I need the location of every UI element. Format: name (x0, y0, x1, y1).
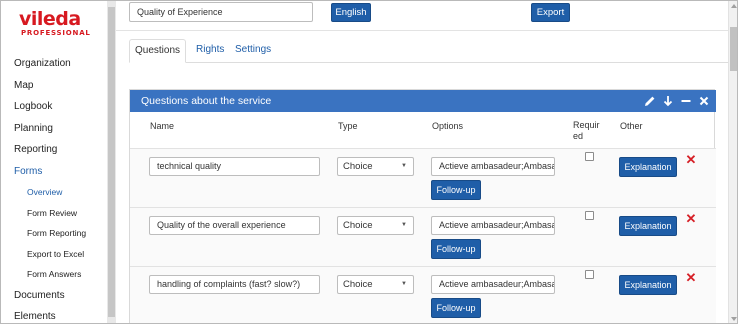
logo-subtitle: PROFESSIONAL (21, 29, 91, 37)
question-type-select[interactable]: Choice ▼ (337, 157, 414, 176)
question-row: handling of complaints (fast? slow?) Cho… (130, 267, 716, 323)
required-checkbox[interactable] (585, 152, 594, 161)
sidebar-item-elements[interactable]: Elements (1, 306, 107, 323)
required-checkbox[interactable] (585, 270, 594, 279)
tab-questions[interactable]: Questions (129, 39, 186, 63)
form-tabs: Questions Rights Settings (129, 39, 728, 63)
sidebar-nav: Organization Map Logbook Planning Report… (1, 53, 107, 323)
sidebar-item-logbook[interactable]: Logbook (1, 96, 107, 118)
delete-icon[interactable]: ✕ (685, 212, 697, 225)
page-scrollbar-thumb[interactable] (730, 27, 737, 71)
scroll-down-arrow-icon[interactable] (731, 317, 737, 321)
form-name-input[interactable] (129, 2, 313, 22)
panel-actions (644, 90, 710, 112)
main-content: English Export Questions Rights Settings… (116, 1, 728, 323)
required-checkbox[interactable] (585, 211, 594, 220)
tab-rights[interactable]: Rights (196, 39, 224, 63)
question-row: Quality of the overall experience Choice… (130, 208, 716, 266)
column-header-name: Name (150, 121, 175, 131)
sidebar-item-planning[interactable]: Planning (1, 118, 107, 140)
sidebar-subitem-form-reporting[interactable]: Form Reporting (1, 223, 107, 244)
question-name-input[interactable]: handling of complaints (fast? slow?) (149, 275, 320, 294)
question-type-select[interactable]: Choice ▼ (337, 275, 414, 294)
sidebar-subitem-export-to-excel[interactable]: Export to Excel (1, 244, 107, 265)
column-header-options: Options (432, 121, 464, 131)
sidebar-item-documents[interactable]: Documents (1, 285, 107, 307)
sidebar-subitem-form-review[interactable]: Form Review (1, 203, 107, 224)
column-header-type: Type (338, 121, 358, 131)
column-header-other: Other (620, 121, 643, 131)
sidebar-item-forms[interactable]: Forms (1, 161, 107, 183)
page-scrollbar[interactable] (728, 1, 737, 323)
question-row: technical quality Choice ▼ Actieve ambas… (130, 149, 716, 207)
toolbar-divider (116, 30, 728, 31)
tab-settings[interactable]: Settings (235, 39, 271, 63)
vileda-logo[interactable]: vileda PROFESSIONAL (19, 9, 91, 43)
app-window: vileda PROFESSIONAL Organization Map Log… (0, 0, 738, 324)
question-type-value: Choice (343, 220, 373, 231)
question-name-input[interactable]: technical quality (149, 157, 320, 176)
delete-icon[interactable]: ✕ (685, 153, 697, 166)
chevron-down-icon: ▼ (401, 163, 407, 169)
delete-icon[interactable]: ✕ (685, 271, 697, 284)
scroll-up-arrow-icon[interactable] (731, 4, 737, 8)
question-type-value: Choice (343, 279, 373, 290)
sidebar-item-map[interactable]: Map (1, 75, 107, 97)
question-type-select[interactable]: Choice ▼ (337, 216, 414, 235)
sidebar-subitem-form-answers[interactable]: Form Answers (1, 264, 107, 285)
logo-brand: vileda (19, 8, 81, 30)
sidebar-scrollbar-thumb[interactable] (108, 7, 115, 317)
explanation-button[interactable]: Explanation (619, 216, 677, 236)
sidebar: vileda PROFESSIONAL Organization Map Log… (1, 1, 107, 323)
close-icon[interactable] (698, 95, 710, 107)
panel-title: Questions about the service (141, 95, 272, 107)
arrow-down-icon[interactable] (662, 95, 674, 107)
form-toolbar: English Export (116, 1, 728, 29)
sidebar-item-organization[interactable]: Organization (1, 53, 107, 75)
questions-panel: Questions about the service Name Type Op… (129, 89, 716, 323)
sidebar-subitem-overview[interactable]: Overview (1, 182, 107, 203)
question-name-input[interactable]: Quality of the overall experience (149, 216, 320, 235)
follow-up-button[interactable]: Follow-up (431, 180, 481, 200)
sidebar-scrollbar[interactable] (107, 1, 116, 323)
follow-up-button[interactable]: Follow-up (431, 298, 481, 318)
question-options-input[interactable]: Actieve ambasadeur;Ambasadeur (431, 216, 555, 235)
language-button[interactable]: English (331, 3, 371, 22)
question-options-input[interactable]: Actieve ambasadeur;Ambasadeur (431, 275, 555, 294)
explanation-button[interactable]: Explanation (619, 157, 677, 177)
export-button[interactable]: Export (531, 3, 570, 22)
panel-header: Questions about the service (130, 90, 716, 112)
explanation-button[interactable]: Explanation (619, 275, 677, 295)
column-header-required: Requir ed (573, 120, 600, 141)
question-type-value: Choice (343, 161, 373, 172)
follow-up-button[interactable]: Follow-up (431, 239, 481, 259)
sidebar-item-reporting[interactable]: Reporting (1, 139, 107, 161)
chevron-down-icon: ▼ (401, 281, 407, 287)
question-options-input[interactable]: Actieve ambasadeur;Ambasadeur (431, 157, 555, 176)
pencil-icon[interactable] (644, 95, 656, 107)
minimize-icon[interactable] (680, 95, 692, 107)
chevron-down-icon: ▼ (401, 222, 407, 228)
